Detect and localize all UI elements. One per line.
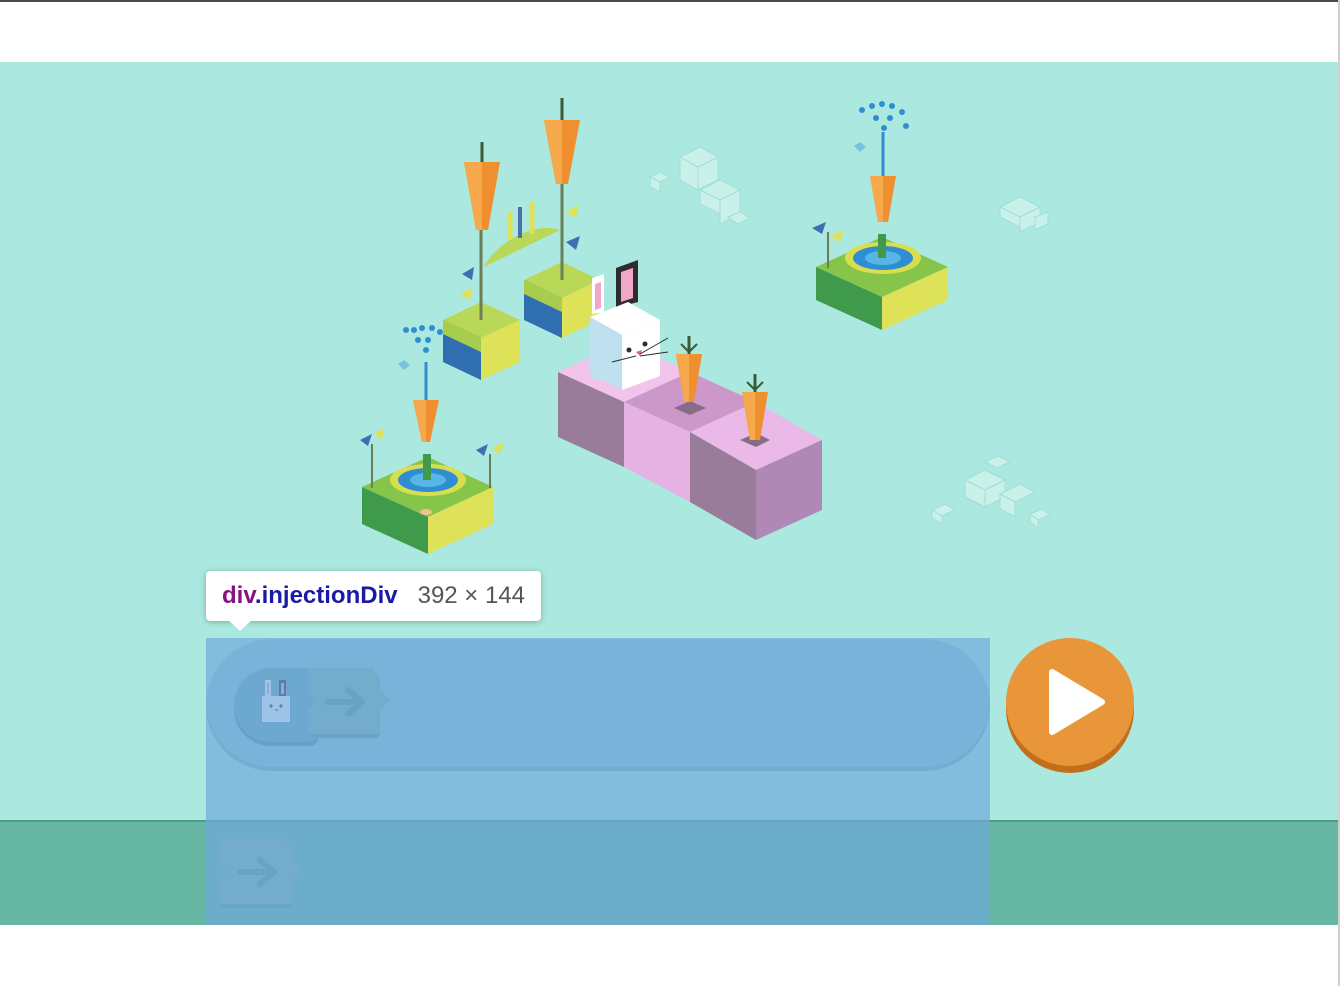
window-top-border	[0, 0, 1340, 2]
carrot-fountain-right	[854, 101, 909, 222]
cloud-left	[648, 146, 752, 225]
devtools-element-tooltip: div.injectionDiv 392 × 144	[206, 571, 542, 631]
carrot-fountain-left	[398, 325, 443, 442]
fountain-island-left	[360, 428, 504, 554]
play-button[interactable]	[1006, 638, 1134, 766]
fountain-island-right	[812, 222, 948, 330]
tooltip-size: 392 × 144	[417, 582, 526, 609]
tooltip-selector: div.injectionDiv	[222, 582, 398, 610]
tall-carrot-a	[460, 142, 500, 320]
cloud-bottom	[930, 455, 1051, 529]
tooltip-pointer	[228, 620, 252, 631]
leaf-bridge	[484, 202, 560, 267]
devtools-element-highlight	[206, 638, 990, 925]
tooltip-class: .injectionDiv	[254, 582, 398, 609]
cloud-right	[998, 196, 1049, 233]
bunny-character	[590, 260, 669, 390]
play-icon	[1049, 669, 1105, 735]
tooltip-tag: div	[222, 582, 255, 609]
tall-carrot-b	[544, 98, 580, 280]
